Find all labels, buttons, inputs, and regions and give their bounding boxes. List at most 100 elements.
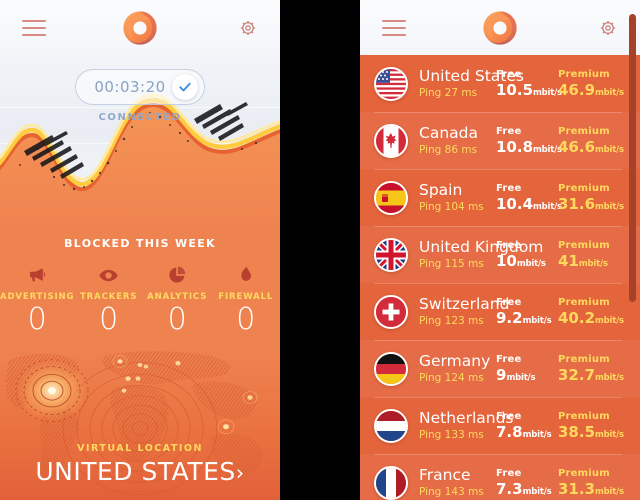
free-speed: Free 7.3mbit/s: [496, 468, 558, 498]
free-speed: Free 10mbit/s: [496, 240, 558, 270]
server-row[interactable]: United States Ping 27 ms Free 10.5mbit/s Pre…: [360, 55, 640, 112]
stat-value: 0: [99, 302, 119, 337]
blocked-stats-section: BLOCKED THIS WEEK ADVERTISING 0 TRACKERS…: [0, 225, 280, 346]
virtual-location-block[interactable]: VIRTUAL LOCATION UNITED STATES›: [0, 443, 280, 486]
server-info: France Ping 143 ms: [408, 465, 496, 499]
server-list[interactable]: United States Ping 27 ms Free 10.5mbit/s Pre…: [360, 55, 640, 500]
flag-us-icon: [374, 66, 408, 101]
server-ping: Ping 86 ms: [419, 144, 478, 157]
premium-value: 31.3mbit/s: [558, 479, 624, 498]
server-info: Spain Ping 104 ms: [408, 180, 496, 214]
session-timer: 00:03:20 CONNECTED: [0, 69, 280, 123]
premium-value: 38.5mbit/s: [558, 422, 624, 441]
premium-speed: Premium 31.3mbit/s: [558, 468, 630, 498]
server-country: Switzerland: [419, 294, 510, 313]
premium-value: 32.7mbit/s: [558, 365, 624, 384]
premium-label: Premium: [558, 467, 610, 479]
premium-label: Premium: [558, 182, 610, 194]
flame-icon: [211, 264, 280, 286]
free-speed: Free 10.8mbit/s: [496, 125, 562, 156]
free-label: Free: [496, 467, 522, 479]
eye-icon: [74, 264, 143, 286]
stat-firewall[interactable]: FIREWALL 0: [211, 264, 280, 336]
gear-icon[interactable]: [238, 18, 258, 38]
stat-advertising[interactable]: ADVERTISING 0: [0, 264, 74, 336]
server-info: Netherlands Ping 133 ms: [408, 408, 514, 442]
free-label: Free: [496, 296, 522, 308]
server-row[interactable]: Germany Ping 124 ms Free 9mbit/s Premium 32.7…: [360, 340, 640, 397]
server-ping: Ping 143 ms: [419, 486, 484, 499]
server-info: Canada Ping 86 ms: [408, 124, 496, 157]
flag-gb-icon: [374, 237, 408, 272]
server-country: Germany: [419, 351, 491, 370]
flag-nl-icon: [374, 408, 408, 443]
stat-label: TRACKERS: [79, 292, 138, 302]
premium-label: Premium: [558, 296, 610, 308]
gear-icon[interactable]: [598, 18, 618, 38]
free-label: Free: [496, 239, 522, 251]
stat-trackers[interactable]: TRACKERS 0: [74, 264, 143, 336]
premium-value: 40.2mbit/s: [558, 308, 624, 327]
location-country: UNITED STATES: [35, 457, 236, 486]
server-country: Netherlands: [419, 408, 514, 427]
server-row[interactable]: United Kingdom Ping 115 ms Free 10mbit/s Pre…: [360, 226, 640, 283]
dashboard-panel: 00:03:20 CONNECTED BLOCKED THIS WEEK ADV…: [0, 0, 280, 500]
blocked-stats-row: ADVERTISING 0 TRACKERS 0 ANALYTICS 0 FIR…: [0, 264, 280, 336]
premium-label: Premium: [558, 125, 610, 137]
server-ping: Ping 115 ms: [419, 258, 484, 271]
server-info: United States Ping 27 ms: [408, 66, 524, 100]
free-speed: Free 9.2mbit/s: [496, 297, 558, 327]
premium-speed: Premium 31.6mbit/s: [558, 183, 630, 213]
server-info: Germany Ping 124 ms: [408, 351, 496, 385]
timer-pill[interactable]: 00:03:20: [75, 69, 205, 105]
premium-value: 41mbit/s: [558, 251, 608, 270]
server-info: Switzerland Ping 123 ms: [408, 294, 510, 328]
free-value: 10mbit/s: [496, 251, 546, 270]
stat-value: 0: [236, 302, 256, 337]
free-speed: Free 7.8mbit/s: [496, 411, 558, 441]
connection-status-label: CONNECTED: [98, 112, 182, 123]
free-speed: Free 10.5mbit/s: [496, 68, 562, 99]
timer-value: 00:03:20: [94, 78, 166, 96]
virtual-location-label: VIRTUAL LOCATION: [77, 443, 203, 454]
premium-label: Premium: [558, 68, 610, 80]
server-country: Spain: [419, 180, 463, 199]
premium-speed: Premium 46.9mbit/s: [558, 69, 630, 99]
stat-analytics[interactable]: ANALYTICS 0: [143, 264, 212, 336]
server-row[interactable]: France Ping 143 ms Free 7.3mbit/s Premium 31.…: [360, 454, 640, 500]
server-ping: Ping 123 ms: [419, 315, 484, 328]
free-value: 10.5mbit/s: [496, 80, 562, 99]
free-value: 10.8mbit/s: [496, 137, 562, 156]
free-value: 9mbit/s: [496, 365, 536, 384]
server-row[interactable]: Netherlands Ping 133 ms Free 7.8mbit/s Premi…: [360, 397, 640, 454]
premium-label: Premium: [558, 353, 610, 365]
premium-value: 46.6mbit/s: [558, 137, 624, 156]
free-label: Free: [496, 125, 522, 137]
free-value: 10.4mbit/s: [496, 194, 562, 213]
flag-ch-icon: [374, 294, 408, 329]
world-map-section: VIRTUAL LOCATION UNITED STATES›: [0, 345, 280, 500]
server-country: United States: [419, 66, 524, 85]
free-value: 9.2mbit/s: [496, 308, 552, 327]
server-ping: Ping 133 ms: [419, 429, 484, 442]
server-row[interactable]: Switzerland Ping 123 ms Free 9.2mbit/s Premi…: [360, 283, 640, 340]
free-label: Free: [496, 68, 522, 80]
premium-speed: Premium 41mbit/s: [558, 240, 630, 270]
flag-es-icon: [374, 180, 408, 215]
server-ping: Ping 124 ms: [419, 372, 484, 385]
swirl-logo-icon: [479, 7, 521, 49]
premium-value: 46.9mbit/s: [558, 80, 624, 99]
server-country: France: [419, 465, 471, 484]
premium-label: Premium: [558, 410, 610, 422]
chevron-right-icon[interactable]: ›: [236, 461, 245, 485]
swirl-logo-icon: [119, 7, 161, 49]
free-label: Free: [496, 410, 522, 422]
virtual-location-name[interactable]: UNITED STATES›: [0, 457, 280, 486]
list-scrollbar[interactable]: [629, 14, 636, 302]
server-row[interactable]: Canada Ping 86 ms Free 10.8mbit/s Premium 46.…: [360, 112, 640, 169]
hamburger-menu-icon[interactable]: [382, 19, 406, 36]
server-row[interactable]: Spain Ping 104 ms Free 10.4mbit/s Premium 31.…: [360, 169, 640, 226]
hamburger-menu-icon[interactable]: [22, 19, 46, 36]
free-label: Free: [496, 182, 522, 194]
flag-fr-icon: [374, 465, 408, 500]
